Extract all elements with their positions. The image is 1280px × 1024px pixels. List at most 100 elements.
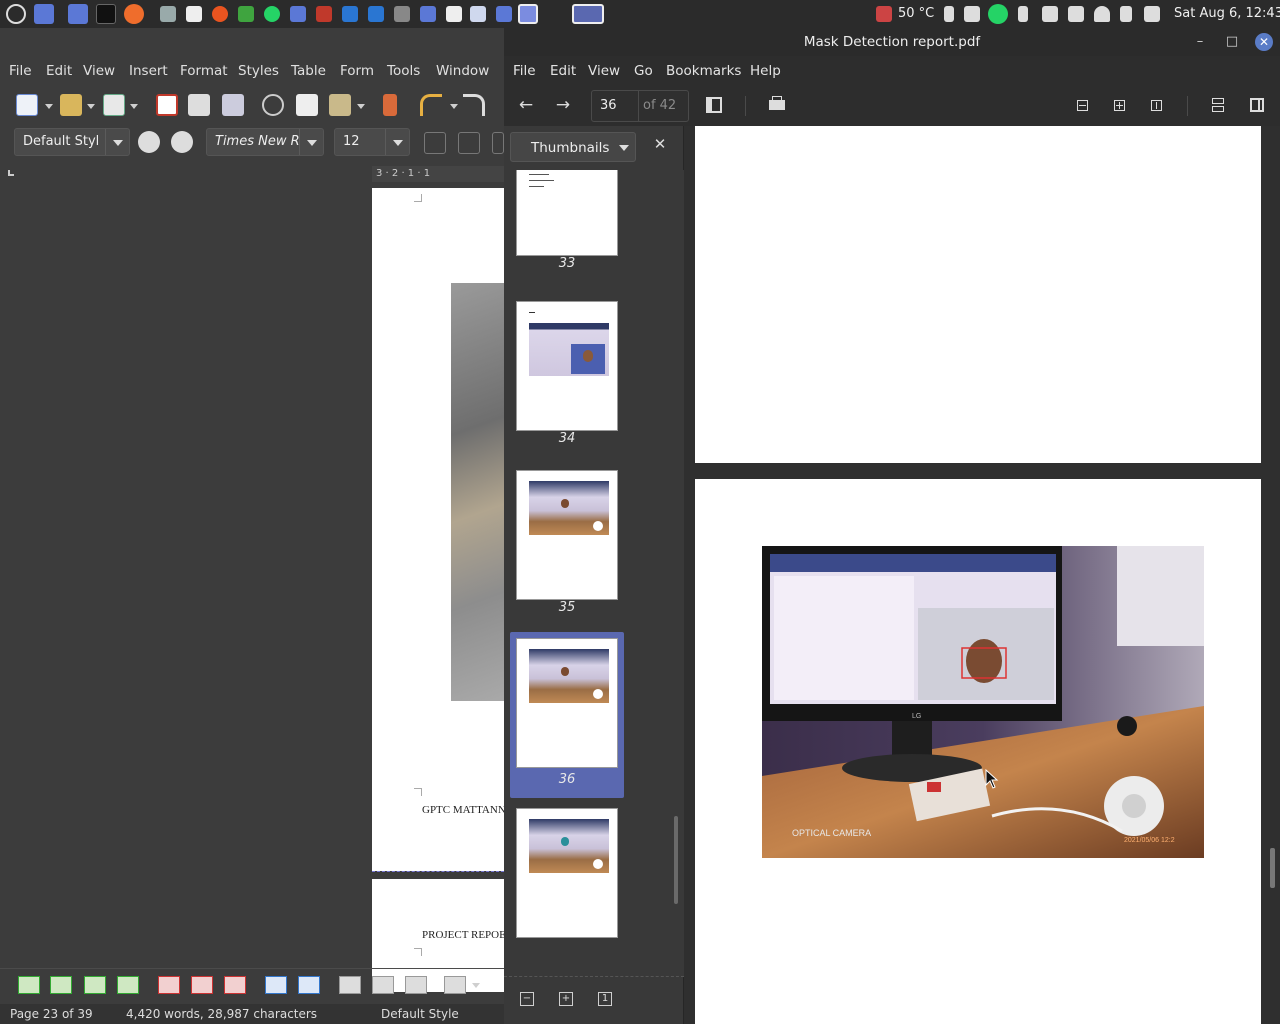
pdf-icon[interactable]	[316, 6, 332, 22]
save-icon[interactable]	[103, 94, 125, 116]
battery-icon[interactable]	[1068, 6, 1084, 22]
zoom-original-icon[interactable]	[1145, 94, 1167, 116]
thumbnail-page-35[interactable]: 35	[510, 464, 624, 630]
document-view[interactable]: OPTICAL CAMERA 2021/05/06 12:2 LG	[684, 126, 1280, 1024]
thumbnail-page-33[interactable]: 33	[510, 170, 624, 292]
insert-row-above-icon[interactable]	[18, 976, 40, 994]
cut-icon[interactable]	[262, 94, 284, 116]
music-icon[interactable]	[1120, 6, 1132, 22]
terminal-icon[interactable]	[96, 4, 116, 24]
menu-view[interactable]: View	[588, 63, 620, 79]
open-folder-icon[interactable]	[60, 94, 82, 116]
document-icon[interactable]	[186, 6, 202, 22]
writer-menu-insert[interactable]: Insert	[129, 63, 168, 79]
document-scrollbar[interactable]	[1270, 848, 1275, 888]
clipboard-icon[interactable]	[1042, 6, 1058, 22]
menu-edit[interactable]: Edit	[550, 63, 576, 79]
writer-menu-table[interactable]: Table	[291, 63, 326, 79]
writer-menu-styles[interactable]: Styles	[238, 63, 279, 79]
zoom-out-icon[interactable]	[1071, 94, 1093, 116]
paragraph-style-combo[interactable]: Default Styl	[14, 128, 130, 156]
blue-doc-icon[interactable]	[342, 6, 358, 22]
page-number-input[interactable]: 36	[600, 98, 617, 113]
sidebar-toggle-icon[interactable]	[703, 94, 725, 116]
maximize-icon[interactable]: □	[1223, 33, 1241, 51]
menu-go[interactable]: Go	[634, 63, 653, 79]
writer-menu-form[interactable]: Form	[340, 63, 374, 79]
folder-icon[interactable]	[420, 6, 436, 22]
delete-rows-icon[interactable]	[158, 976, 180, 994]
menu-file[interactable]: File	[513, 63, 536, 79]
folder-icon[interactable]	[496, 6, 512, 22]
chevron-down-icon[interactable]	[299, 129, 323, 155]
chevron-down-icon[interactable]	[619, 145, 629, 151]
viewer-icon[interactable]	[518, 4, 538, 24]
sidebar-mode-combo[interactable]: Thumbnails	[510, 132, 636, 162]
clone-formatting-icon[interactable]	[383, 94, 397, 116]
close-icon[interactable]: ✕	[1255, 33, 1273, 51]
word-count-status[interactable]: 4,420 words, 28,987 characters	[126, 1007, 317, 1021]
page-count-status[interactable]: Page 23 of 39	[10, 1007, 93, 1021]
page-style-status[interactable]: Default Style	[381, 1007, 459, 1021]
menu-bookmarks[interactable]: Bookmarks	[666, 63, 741, 79]
split-cells-icon[interactable]	[298, 976, 320, 994]
print-icon[interactable]	[766, 94, 788, 116]
music-app-icon[interactable]	[394, 6, 410, 22]
page-photo[interactable]: OPTICAL CAMERA 2021/05/06 12:2 LG	[762, 546, 1204, 858]
menu-help[interactable]: Help	[750, 63, 781, 79]
continuous-mode-icon[interactable]	[1207, 94, 1229, 116]
sidebar-scrollbar[interactable]	[674, 816, 678, 904]
merge-cells-icon[interactable]	[265, 976, 287, 994]
window-icon[interactable]	[160, 6, 176, 22]
document-image[interactable]	[451, 283, 504, 701]
writer-page[interactable]: GPTC MATTANN PROJECT REPOE	[372, 188, 506, 992]
paste-icon[interactable]	[329, 94, 351, 116]
shrink-thumbnails-icon[interactable]: −	[520, 992, 534, 1006]
zoom-in-icon[interactable]	[1108, 94, 1130, 116]
window-icon[interactable]	[470, 6, 486, 22]
memory-icon[interactable]	[964, 6, 980, 22]
delete-table-icon[interactable]	[224, 976, 246, 994]
firefox-icon[interactable]	[124, 4, 144, 24]
writer-menu-view[interactable]: View	[83, 63, 115, 79]
grow-thumbnails-icon[interactable]: +	[559, 992, 573, 1006]
insert-row-below-icon[interactable]	[50, 976, 72, 994]
sheet-icon[interactable]	[238, 6, 254, 22]
delete-columns-icon[interactable]	[191, 976, 213, 994]
files-icon[interactable]	[34, 4, 54, 24]
clock-text[interactable]: Sat Aug 6, 12:43	[1174, 6, 1280, 21]
thumbnail-page-37[interactable]	[510, 802, 624, 968]
folder-icon[interactable]	[68, 4, 88, 24]
close-sidebar-icon[interactable]: ✕	[652, 135, 668, 153]
mint-menu-icon[interactable]	[6, 4, 26, 24]
ubuntu-icon[interactable]	[212, 6, 228, 22]
distribute-columns-icon[interactable]	[372, 976, 394, 994]
viewer-titlebar[interactable]: Mask Detection report.pdf – □ ✕	[504, 28, 1280, 56]
new-style-icon[interactable]	[171, 131, 193, 153]
update-style-icon[interactable]	[138, 131, 160, 153]
thumbnail-page-34[interactable]: 34	[510, 295, 624, 461]
table-properties-icon[interactable]	[444, 976, 466, 994]
document-icon[interactable]	[446, 6, 462, 22]
print-icon[interactable]	[188, 94, 210, 116]
italic-format-icon[interactable]	[458, 132, 480, 154]
thumbnail-page-36[interactable]: 36	[510, 632, 624, 798]
copy-icon[interactable]	[296, 94, 318, 116]
writer-menu-file[interactable]: File	[9, 63, 32, 79]
font-name-combo[interactable]: Times New R	[206, 128, 324, 156]
wifi-icon[interactable]	[1094, 6, 1110, 22]
bluetooth-icon[interactable]	[1018, 6, 1028, 22]
horizontal-ruler[interactable]: 3 · 2 · 1 · 1	[372, 166, 504, 182]
writer-menu-tools[interactable]: Tools	[387, 63, 420, 79]
mobile-icon[interactable]	[944, 6, 954, 22]
writer-menu-window[interactable]: Window	[436, 63, 489, 79]
new-document-icon[interactable]	[16, 94, 38, 116]
blue-doc-icon[interactable]	[368, 6, 384, 22]
page-number-box[interactable]: 36 of 42	[591, 90, 689, 122]
whatsapp-icon[interactable]	[264, 6, 280, 22]
forward-arrow-icon[interactable]: →	[552, 94, 574, 116]
bold-strike-icon[interactable]	[424, 132, 446, 154]
insert-column-after-icon[interactable]	[117, 976, 139, 994]
underline-icon[interactable]	[492, 132, 504, 154]
writer-menu-edit[interactable]: Edit	[46, 63, 72, 79]
